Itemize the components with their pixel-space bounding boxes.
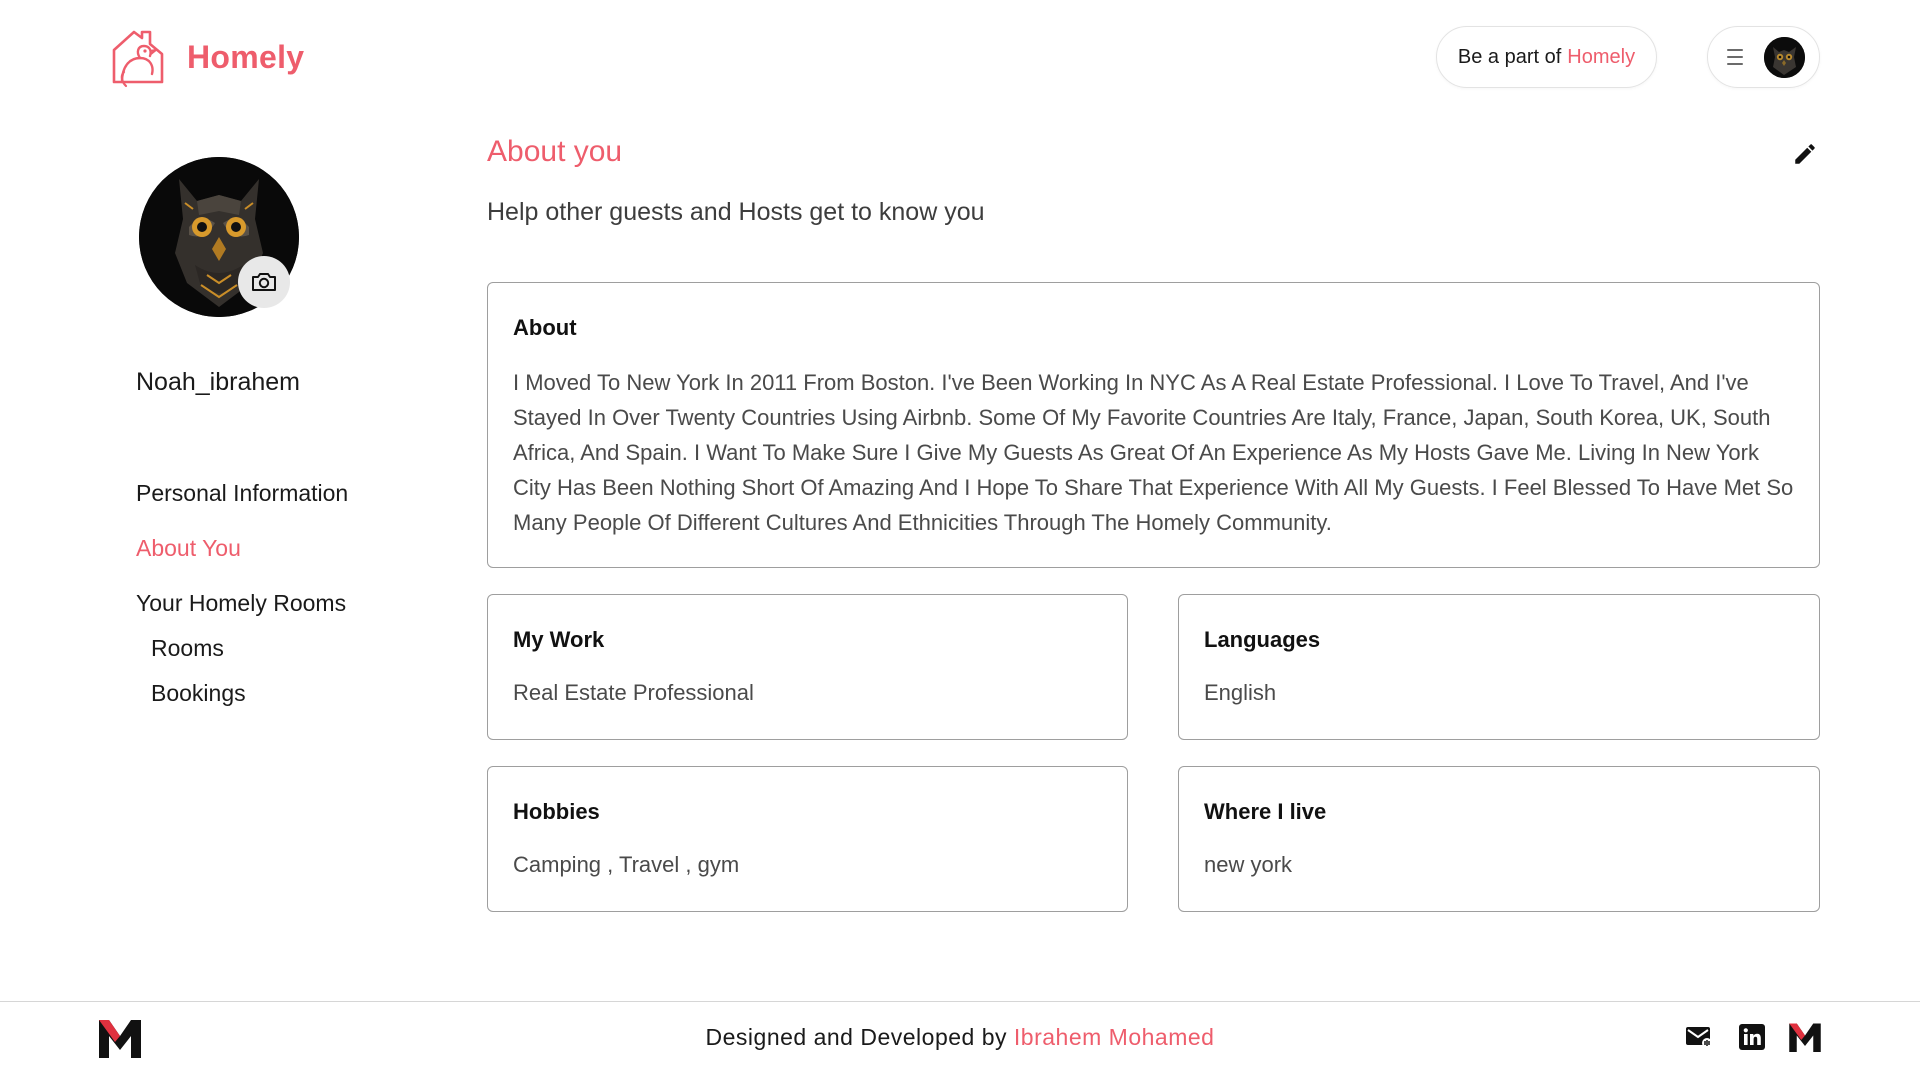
- m-logo-icon: [1789, 1023, 1821, 1052]
- footer-credit: Designed and Developed by Ibrahem Mohame…: [0, 1024, 1920, 1051]
- work-card-value: Real Estate Professional: [513, 680, 754, 705]
- top-header: Homely Be a part of Homely: [0, 0, 1920, 115]
- portfolio-link[interactable]: [1788, 1022, 1822, 1052]
- languages-card: Languages English: [1178, 594, 1820, 740]
- hamburger-icon: [1727, 49, 1743, 65]
- about-card-title: About: [513, 315, 577, 340]
- languages-card-title: Languages: [1204, 627, 1321, 652]
- camera-icon: [252, 273, 276, 291]
- profile-username: Noah_ibrahem: [136, 368, 300, 396]
- edit-button[interactable]: [1788, 137, 1822, 171]
- house-bird-icon: [112, 30, 164, 88]
- user-menu-button[interactable]: [1707, 26, 1820, 88]
- brand-logo[interactable]: Homely: [108, 26, 304, 88]
- linkedin-link[interactable]: [1737, 1022, 1767, 1052]
- change-photo-button[interactable]: [238, 256, 290, 308]
- about-card: About I Moved To New York In 2011 From B…: [487, 282, 1820, 568]
- languages-card-value: English: [1204, 680, 1277, 705]
- host-cta-brand: Homely: [1567, 45, 1636, 68]
- hobbies-card-title: Hobbies: [513, 799, 600, 824]
- location-card-title: Where I live: [1204, 799, 1327, 824]
- header-avatar: [1764, 37, 1805, 78]
- nav-rooms[interactable]: Rooms: [151, 635, 224, 662]
- work-card: My Work Real Estate Professional: [487, 594, 1128, 740]
- brand-name: Homely: [187, 38, 305, 75]
- host-cta-prefix: Be a part of: [1457, 45, 1562, 68]
- location-card-value: new york: [1204, 852, 1293, 877]
- email-icon: [1686, 1027, 1712, 1048]
- location-card: Where I live new york: [1178, 766, 1820, 912]
- page-subtitle: Help other guests and Hosts get to know …: [487, 198, 985, 226]
- page-title: About you: [487, 135, 623, 168]
- work-card-title: My Work: [513, 627, 605, 652]
- pencil-icon: [1795, 144, 1815, 164]
- nav-bookings[interactable]: Bookings: [151, 680, 246, 707]
- about-card-text: I Moved To New York In 2011 From Boston.…: [513, 370, 1794, 535]
- credit-author-link[interactable]: Ibrahem Mohamed: [1014, 1024, 1215, 1050]
- owl-avatar-icon: [1764, 37, 1805, 78]
- hobbies-card-value: Camping , Travel , gym: [513, 852, 740, 877]
- nav-about-you[interactable]: About You: [136, 535, 241, 562]
- profile-photo: [139, 157, 301, 317]
- credit-prefix: Designed and Developed by: [705, 1024, 1008, 1050]
- nav-your-homely-rooms[interactable]: Your Homely Rooms: [136, 590, 346, 617]
- linkedin-icon: [1739, 1024, 1765, 1050]
- become-host-button[interactable]: Be a part of Homely: [1436, 26, 1657, 88]
- email-link[interactable]: [1684, 1022, 1714, 1052]
- page-footer: Designed and Developed by Ibrahem Mohame…: [0, 1001, 1920, 1072]
- hobbies-card: Hobbies Camping , Travel , gym: [487, 766, 1128, 912]
- nav-personal-information[interactable]: Personal Information: [136, 480, 348, 507]
